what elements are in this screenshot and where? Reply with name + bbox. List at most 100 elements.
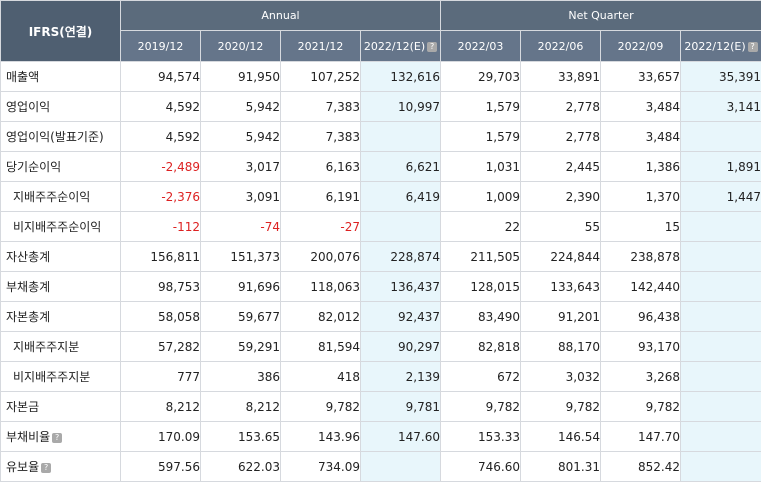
value-cell: 90,297 — [361, 332, 441, 362]
value-cell: 418 — [281, 362, 361, 392]
row-label-text: 지배주주순이익 — [13, 190, 90, 204]
value-cell: 35,391 — [681, 62, 761, 92]
value-cell: 1,370 — [601, 182, 681, 212]
row-label-text: 영업이익 — [6, 100, 50, 114]
row-label-text: 영업이익(발표기준) — [6, 130, 104, 144]
value-cell: 386 — [201, 362, 281, 392]
value-cell: 82,818 — [441, 332, 521, 362]
row-label: 지배주주순이익 — [1, 182, 121, 212]
value-cell: 59,291 — [201, 332, 281, 362]
value-cell: 170.09 — [121, 422, 201, 452]
value-cell: 94,574 — [121, 62, 201, 92]
value-cell: 9,781 — [361, 392, 441, 422]
period-label: 2022/09 — [618, 40, 664, 53]
row-label-text: 자산총계 — [6, 250, 50, 264]
annual-header: Annual — [121, 1, 441, 31]
table-row: 매출액94,57491,950107,252132,61629,70333,89… — [1, 62, 761, 92]
value-cell: 91,201 — [521, 302, 601, 332]
value-cell: 1,447 — [681, 182, 761, 212]
ifrs-header: IFRS(연결) — [1, 1, 121, 62]
value-cell: 81,594 — [281, 332, 361, 362]
value-cell: 156,811 — [121, 242, 201, 272]
row-label: 비지배주주순이익 — [1, 212, 121, 242]
value-cell: 2,445 — [521, 152, 601, 182]
period-label: 2022/12(E) — [684, 40, 745, 53]
value-cell — [361, 452, 441, 482]
value-cell — [361, 212, 441, 242]
value-cell: 3,091 — [201, 182, 281, 212]
value-cell: 22 — [441, 212, 521, 242]
value-cell: 1,579 — [441, 122, 521, 152]
value-cell — [681, 422, 761, 452]
value-cell: 29,703 — [441, 62, 521, 92]
help-icon[interactable]: ? — [427, 42, 437, 52]
value-cell: 88,170 — [521, 332, 601, 362]
row-label-text: 지배주주지분 — [13, 340, 79, 354]
value-cell: 10,997 — [361, 92, 441, 122]
period-header: 2020/12 — [201, 31, 281, 62]
period-label: 2022/12(E) — [364, 40, 425, 53]
table-row: 부채비율?170.09153.65143.96147.60153.33146.5… — [1, 422, 761, 452]
value-cell: 2,390 — [521, 182, 601, 212]
help-icon[interactable]: ? — [748, 42, 758, 52]
value-cell: 224,844 — [521, 242, 601, 272]
value-cell: 118,063 — [281, 272, 361, 302]
value-cell: 5,942 — [201, 92, 281, 122]
value-cell: 238,878 — [601, 242, 681, 272]
value-cell — [681, 212, 761, 242]
value-cell — [681, 272, 761, 302]
value-cell: 153.65 — [201, 422, 281, 452]
row-label: 비지배주주지분 — [1, 362, 121, 392]
value-cell: 2,778 — [521, 92, 601, 122]
value-cell: 136,437 — [361, 272, 441, 302]
help-icon[interactable]: ? — [52, 433, 62, 443]
value-cell: 746.60 — [441, 452, 521, 482]
value-cell: 672 — [441, 362, 521, 392]
period-header: 2021/12 — [281, 31, 361, 62]
value-cell: -2,376 — [121, 182, 201, 212]
period-header: 2022/06 — [521, 31, 601, 62]
value-cell: 9,782 — [601, 392, 681, 422]
table-row: 부채총계98,75391,696118,063136,437128,015133… — [1, 272, 761, 302]
value-cell: 98,753 — [121, 272, 201, 302]
value-cell — [681, 242, 761, 272]
table-row: 유보율?597.56622.03734.09746.60801.31852.42 — [1, 452, 761, 482]
value-cell: 9,782 — [521, 392, 601, 422]
value-cell: -74 — [201, 212, 281, 242]
table-row: 자본금8,2128,2129,7829,7819,7829,7829,782 — [1, 392, 761, 422]
value-cell: 55 — [521, 212, 601, 242]
help-icon[interactable]: ? — [41, 463, 51, 473]
table-row: 영업이익4,5925,9427,38310,9971,5792,7783,484… — [1, 92, 761, 122]
value-cell: 15 — [601, 212, 681, 242]
value-cell: 211,505 — [441, 242, 521, 272]
row-label: 유보율? — [1, 452, 121, 482]
period-label: 2021/12 — [298, 40, 344, 53]
value-cell — [681, 332, 761, 362]
value-cell: 1,031 — [441, 152, 521, 182]
value-cell: 9,782 — [441, 392, 521, 422]
net-quarter-header: Net Quarter — [441, 1, 761, 31]
value-cell: 59,677 — [201, 302, 281, 332]
value-cell: 143.96 — [281, 422, 361, 452]
value-cell: 1,579 — [441, 92, 521, 122]
value-cell: 82,012 — [281, 302, 361, 332]
value-cell: 96,438 — [601, 302, 681, 332]
value-cell — [681, 452, 761, 482]
value-cell: 2,139 — [361, 362, 441, 392]
value-cell: 3,017 — [201, 152, 281, 182]
value-cell — [681, 392, 761, 422]
value-cell: 33,891 — [521, 62, 601, 92]
value-cell: 57,282 — [121, 332, 201, 362]
table-row: 지배주주순이익-2,3763,0916,1916,4191,0092,3901,… — [1, 182, 761, 212]
value-cell: 1,386 — [601, 152, 681, 182]
row-label-text: 비지배주주순이익 — [13, 220, 101, 234]
value-cell: 200,076 — [281, 242, 361, 272]
period-label: 2022/06 — [538, 40, 584, 53]
value-cell: 93,170 — [601, 332, 681, 362]
value-cell: 4,592 — [121, 92, 201, 122]
value-cell: 3,141 — [681, 92, 761, 122]
period-header: 2022/03 — [441, 31, 521, 62]
value-cell: 801.31 — [521, 452, 601, 482]
value-cell: 7,383 — [281, 122, 361, 152]
value-cell: 9,782 — [281, 392, 361, 422]
